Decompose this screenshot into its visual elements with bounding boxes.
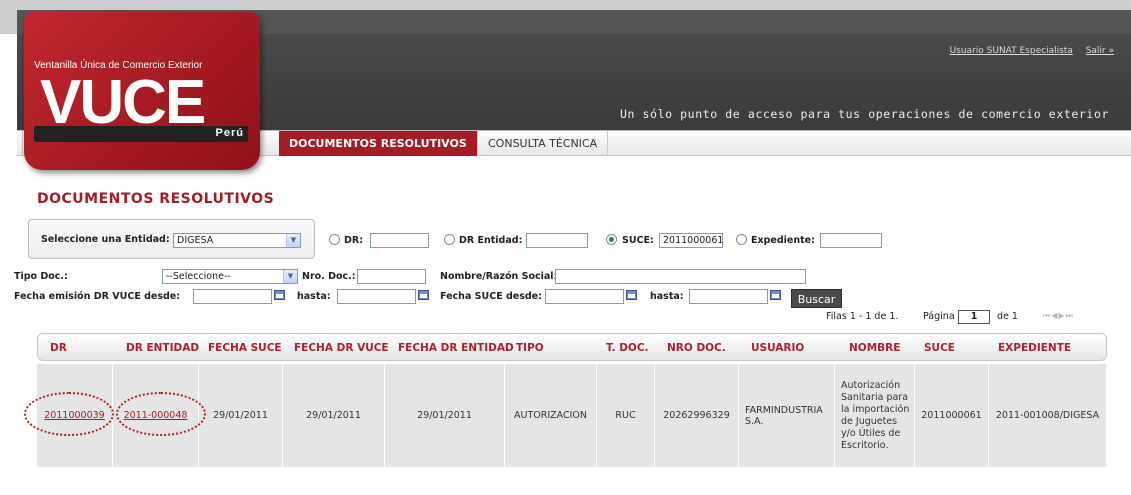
col-fecha-dr-vuce[interactable]: FECHA DR VUCE	[294, 342, 389, 354]
expediente-label: Expediente:	[751, 235, 815, 246]
tab-documentos-resolutivos[interactable]: DOCUMENTOS RESOLUTIVOS	[279, 131, 478, 156]
tipo-doc-select[interactable]: --Seleccione-- ▼	[162, 269, 298, 284]
nro-doc-input[interactable]	[357, 269, 426, 284]
radio-expediente[interactable]	[736, 234, 747, 245]
fecha-emision-hasta-input[interactable]	[337, 289, 416, 304]
col-suce[interactable]: SUCE	[924, 342, 955, 354]
dr-input[interactable]	[370, 233, 429, 248]
col-dr-entidad[interactable]: DR ENTIDAD	[126, 342, 199, 354]
page-label: Página	[923, 311, 955, 322]
suce-label: SUCE:	[622, 235, 654, 246]
logo-name: VUCE	[40, 68, 206, 137]
col-fecha-dr-entidad[interactable]: FECHA DR ENTIDAD	[398, 342, 514, 354]
cell-fecha-suce: 29/01/2011	[199, 364, 283, 467]
pager-nav-icons[interactable]: ⏮◀▶⏭	[1043, 311, 1074, 321]
col-fecha-suce[interactable]: FECHA SUCE	[208, 342, 282, 354]
col-nro-doc[interactable]: NRO DOC.	[667, 342, 726, 354]
page-title: DOCUMENTOS RESOLUTIVOS	[37, 191, 275, 207]
vuce-page: Usuario SUNAT Especialista Salir » Un só…	[0, 0, 1131, 495]
cell-tipo: AUTORIZACION	[505, 364, 597, 467]
highlight-oval-dr	[24, 392, 114, 436]
cell-nombre: Autorización Sanitaria para la importaci…	[835, 364, 915, 467]
cell-expediente: 2011-001008/DIGESA	[989, 364, 1107, 467]
radio-suce[interactable]	[606, 234, 617, 245]
fecha-suce-desde-input[interactable]	[545, 289, 624, 304]
cell-t-doc: RUC	[597, 364, 655, 467]
entity-box: Seleccione una Entidad: DIGESA ▼	[28, 219, 315, 259]
tagline: Un sólo punto de acceso para tus operaci…	[619, 107, 1109, 121]
fecha-suce-label: Fecha SUCE desde:	[440, 291, 542, 302]
results-table: DR DR ENTIDAD FECHA SUCE FECHA DR VUCE F…	[37, 333, 1107, 467]
page-total: de 1	[997, 311, 1018, 322]
nro-doc-label: Nro. Doc.:	[302, 271, 356, 282]
suce-input[interactable]: 2011000061	[659, 233, 723, 248]
user-links: Usuario SUNAT Especialista Salir »	[940, 46, 1114, 56]
calendar-icon[interactable]	[418, 290, 429, 300]
col-expediente[interactable]: EXPEDIENTE	[998, 342, 1071, 354]
fecha-emision-label: Fecha emisión DR VUCE desde:	[14, 291, 181, 302]
radio-dr[interactable]	[329, 234, 340, 245]
entity-select[interactable]: DIGESA ▼	[173, 233, 301, 248]
dr-label: DR:	[344, 235, 363, 246]
entity-select-value: DIGESA	[177, 235, 214, 246]
calendar-icon[interactable]	[274, 290, 285, 300]
cell-nro-doc: 20262996329	[655, 364, 739, 467]
nav-left-stub	[17, 131, 23, 156]
col-t-doc[interactable]: T. DOC.	[606, 342, 649, 354]
tipo-doc-label: Tipo Doc.:	[14, 271, 68, 282]
rows-info: Filas 1 - 1 de 1.	[826, 311, 899, 322]
table-header: DR DR ENTIDAD FECHA SUCE FECHA DR VUCE F…	[37, 333, 1107, 361]
logo-country: Perú	[215, 127, 244, 139]
nombre-label: Nombre/Razón Social:	[440, 271, 558, 282]
chevron-down-icon: ▼	[286, 234, 300, 247]
cell-suce: 2011000061	[915, 364, 989, 467]
logout-link[interactable]: Salir »	[1086, 46, 1114, 56]
calendar-icon[interactable]	[626, 290, 637, 300]
highlight-oval-dr-entidad	[116, 392, 206, 436]
tipo-doc-select-value: --Seleccione--	[166, 271, 231, 282]
hasta-label-2: hasta:	[650, 291, 684, 302]
vuce-logo[interactable]: Ventanilla Única de Comercio Exterior VU…	[24, 12, 260, 170]
user-link[interactable]: Usuario SUNAT Especialista	[950, 46, 1073, 56]
cell-fecha-dr-entidad: 29/01/2011	[385, 364, 505, 467]
col-usuario[interactable]: USUARIO	[751, 342, 804, 354]
dr-entidad-label: DR Entidad:	[459, 235, 523, 246]
col-dr[interactable]: DR	[50, 342, 67, 354]
tab-consulta-tecnica[interactable]: CONSULTA TÉCNICA	[478, 131, 609, 156]
col-tipo[interactable]: TIPO	[516, 342, 544, 354]
nombre-input[interactable]	[555, 269, 806, 284]
expediente-input[interactable]	[820, 233, 882, 248]
chevron-down-icon: ▼	[283, 270, 297, 283]
entity-label: Seleccione una Entidad:	[41, 234, 170, 245]
radio-dr-entidad[interactable]	[444, 234, 455, 245]
calendar-icon[interactable]	[770, 290, 781, 300]
cell-fecha-dr-vuce: 29/01/2011	[283, 364, 385, 467]
cell-usuario: FARMINDUSTRIA S.A.	[739, 364, 835, 467]
col-nombre[interactable]: NOMBRE	[849, 342, 900, 354]
fecha-suce-hasta-input[interactable]	[689, 289, 768, 304]
hasta-label-1: hasta:	[297, 291, 331, 302]
search-button[interactable]: Buscar	[791, 289, 842, 308]
dr-entidad-input[interactable]	[526, 233, 588, 248]
page-input[interactable]: 1	[958, 310, 990, 324]
fecha-emision-desde-input[interactable]	[193, 289, 272, 304]
